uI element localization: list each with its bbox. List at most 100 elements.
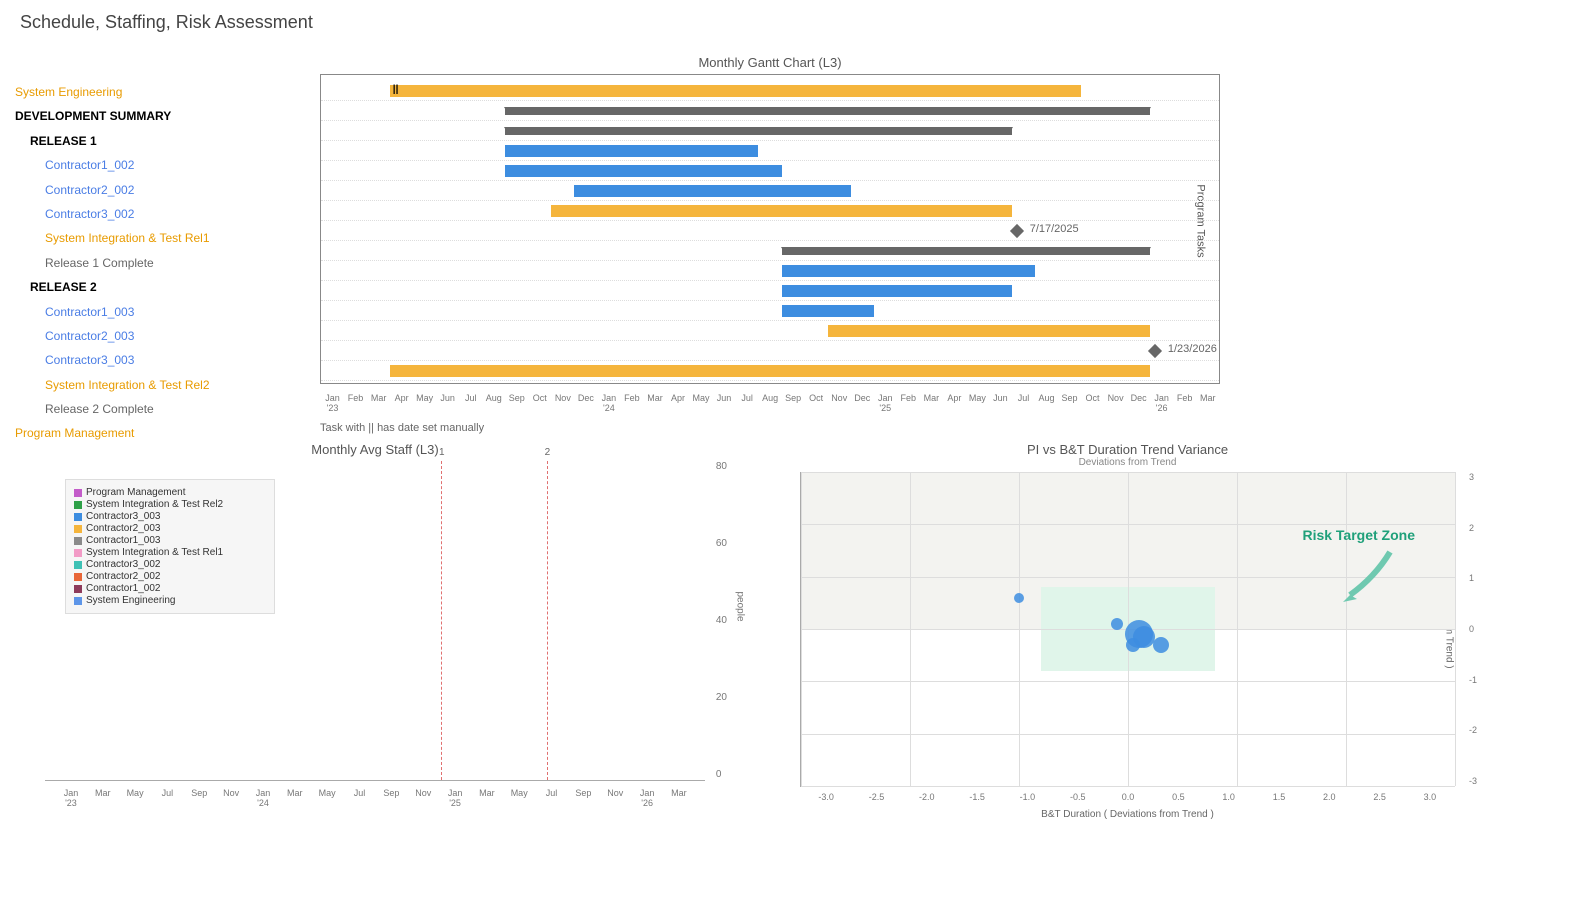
x-tick: Jul: [736, 393, 759, 413]
gantt-bar[interactable]: [505, 107, 1150, 115]
legend-swatch: [74, 597, 82, 605]
x-tick: 1.0: [1204, 792, 1254, 802]
gantt-bar[interactable]: [390, 85, 1081, 97]
gantt-row: [321, 201, 1219, 221]
gantt-bar[interactable]: [505, 127, 1012, 135]
x-tick: Aug: [759, 393, 782, 413]
gantt-bar[interactable]: [574, 185, 850, 197]
release-marker-label: 1: [439, 447, 445, 458]
gantt-bar[interactable]: [505, 165, 781, 177]
legend-label: System Engineering: [86, 595, 176, 606]
risk-chart[interactable]: PI ( Deviations from Trend ) Risk Target…: [800, 472, 1455, 787]
x-tick: [559, 788, 575, 808]
x-tick: -2.0: [902, 792, 952, 802]
staff-panel: Monthly Avg Staff (L3) Program Managemen…: [45, 442, 705, 781]
x-tick: Sep: [191, 788, 207, 808]
x-tick: Feb: [897, 393, 920, 413]
legend-item[interactable]: Contractor3_003: [74, 511, 266, 522]
x-tick: Jan'24: [255, 788, 271, 808]
gantt-row: [321, 121, 1219, 141]
legend-label: System Integration & Test Rel2: [86, 499, 223, 510]
task-list-item[interactable]: Contractor3_002: [15, 202, 295, 226]
gantt-row: 1/23/2026: [321, 341, 1219, 361]
x-tick: Feb: [344, 393, 367, 413]
gantt-bar[interactable]: [828, 325, 1150, 337]
y-tick: 20: [716, 692, 727, 703]
legend-item[interactable]: Contractor1_002: [74, 583, 266, 594]
x-tick: Nov: [1104, 393, 1127, 413]
task-list-item[interactable]: Contractor3_003: [15, 348, 295, 372]
task-list-item[interactable]: System Engineering: [15, 80, 295, 104]
staff-title: Monthly Avg Staff (L3): [45, 442, 705, 457]
risk-bubble[interactable]: [1111, 618, 1123, 630]
task-list-item[interactable]: Release 1 Complete: [15, 251, 295, 275]
legend-item[interactable]: Program Management: [74, 487, 266, 498]
legend-item[interactable]: System Engineering: [74, 595, 266, 606]
task-list-item[interactable]: DEVELOPMENT SUMMARY: [15, 104, 295, 128]
x-tick: Jul: [159, 788, 175, 808]
legend-swatch: [74, 489, 82, 497]
legend-label: Contractor2_003: [86, 523, 161, 534]
gantt-bar[interactable]: [782, 247, 1150, 255]
task-list-item[interactable]: Release 2 Complete: [15, 397, 295, 421]
x-tick: Sep: [383, 788, 399, 808]
x-tick: Mar: [1196, 393, 1219, 413]
task-list-item[interactable]: Contractor1_002: [15, 153, 295, 177]
x-tick: Sep: [782, 393, 805, 413]
x-tick: May: [413, 393, 436, 413]
gantt-bar[interactable]: [505, 145, 758, 157]
gantt-chart[interactable]: Program Tasks ||7/17/20251/23/2026Jan'23…: [320, 74, 1220, 384]
risk-annotation: Risk Target Zone: [1302, 527, 1415, 543]
legend-item[interactable]: Contractor2_003: [74, 523, 266, 534]
milestone-icon: [1010, 224, 1024, 238]
legend-item[interactable]: Contractor3_002: [74, 559, 266, 570]
gantt-row: [321, 141, 1219, 161]
manual-date-icon: ||: [393, 84, 399, 95]
task-list-item[interactable]: Contractor2_002: [15, 178, 295, 202]
gantt-bar[interactable]: [390, 365, 1150, 377]
x-tick: May: [127, 788, 144, 808]
gantt-bar[interactable]: [551, 205, 1012, 217]
task-list: System EngineeringDEVELOPMENT SUMMARYREL…: [15, 80, 295, 446]
legend-item[interactable]: System Integration & Test Rel1: [74, 547, 266, 558]
x-tick: [79, 788, 95, 808]
staff-chart[interactable]: Program ManagementSystem Integration & T…: [45, 461, 705, 781]
task-list-item[interactable]: Contractor2_003: [15, 324, 295, 348]
x-tick: Sep: [505, 393, 528, 413]
gantt-bar[interactable]: [782, 265, 1035, 277]
x-tick: Jan'24: [597, 393, 620, 413]
legend-swatch: [74, 537, 82, 545]
task-list-item[interactable]: System Integration & Test Rel2: [15, 373, 295, 397]
x-tick: Sep: [575, 788, 591, 808]
legend-label: Contractor1_002: [86, 583, 161, 594]
gantt-bar[interactable]: [782, 305, 874, 317]
risk-bubble[interactable]: [1153, 637, 1169, 653]
gantt-row: [321, 361, 1219, 381]
x-tick: Nov: [551, 393, 574, 413]
x-tick: [207, 788, 223, 808]
task-list-item[interactable]: Contractor1_003: [15, 300, 295, 324]
y-tick: -2: [1469, 725, 1477, 735]
legend-swatch: [74, 501, 82, 509]
page-title: Schedule, Staffing, Risk Assessment: [20, 12, 313, 33]
task-list-item[interactable]: System Integration & Test Rel1: [15, 226, 295, 250]
gantt-row: [321, 301, 1219, 321]
legend-item[interactable]: Contractor2_002: [74, 571, 266, 582]
risk-bubble[interactable]: [1126, 638, 1140, 652]
gantt-row: [321, 321, 1219, 341]
release-marker-line: 1: [441, 461, 442, 780]
x-tick: 2.5: [1354, 792, 1404, 802]
legend-item[interactable]: Contractor1_003: [74, 535, 266, 546]
task-list-item[interactable]: RELEASE 2: [15, 275, 295, 299]
risk-subtitle: Deviations from Trend: [800, 457, 1455, 468]
gantt-bar[interactable]: [782, 285, 1012, 297]
risk-bubble[interactable]: [1014, 593, 1024, 603]
gantt-row: [321, 101, 1219, 121]
x-tick: [655, 788, 671, 808]
x-tick: Aug: [1035, 393, 1058, 413]
task-list-item[interactable]: RELEASE 1: [15, 129, 295, 153]
x-tick: Mar: [287, 788, 303, 808]
legend-item[interactable]: System Integration & Test Rel2: [74, 499, 266, 510]
x-tick: Oct: [528, 393, 551, 413]
legend-label: System Integration & Test Rel1: [86, 547, 223, 558]
